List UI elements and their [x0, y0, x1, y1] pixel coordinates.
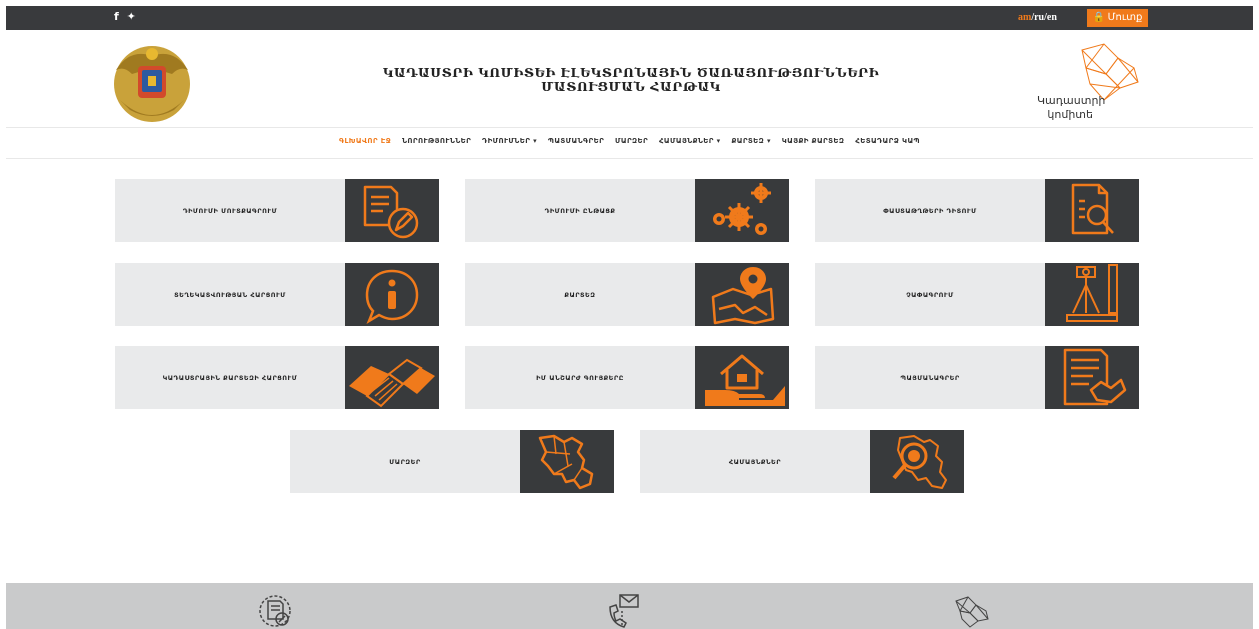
main-nav: ԳԼԽԱՎՈՐ ԷՋ ՆՈՐՈՒԹՅՈՒՆՆԵՐ ԴԻՄՈՒՄՆԵՐ ▾ ՊԱՏ…	[6, 137, 1253, 145]
armenia-map-icon	[520, 430, 614, 493]
nav-item-contracts[interactable]: ՊԱՏՄԱՆԳՐԵՐ	[548, 137, 604, 145]
language-switcher[interactable]: am/ru/en	[1018, 12, 1057, 23]
nav-item-map[interactable]: ՔԱՐՏԵԶ ▾	[731, 137, 770, 145]
footer	[6, 583, 1253, 629]
info-icon	[345, 263, 439, 326]
card-label: ՀԱՄԱՅՆՔՆԵՐ	[728, 457, 782, 466]
card-measurement[interactable]: ՉԱՓԱԳՐՈՒՄ	[815, 263, 1139, 326]
divider	[6, 158, 1253, 159]
document-pen-icon	[345, 179, 439, 242]
cadastre-logo-text: Կադաստրի կոմիտե	[1037, 94, 1106, 122]
coat-of-arms-icon[interactable]	[110, 40, 194, 126]
nav-item-home[interactable]: ԳԼԽԱՎՈՐ ԷՋ	[339, 137, 391, 145]
house-hand-icon	[695, 346, 789, 409]
map-search-icon	[870, 430, 964, 493]
footer-document-pen-icon[interactable]	[258, 593, 292, 629]
nav-item-regions[interactable]: ՄԱՐԶԵՐ	[615, 137, 648, 145]
footer-contact-icon[interactable]	[606, 593, 642, 629]
card-label: ԴԻՄՈՒՄԻ ՄՈՒՏՔԱԳՐՈՒՄ	[182, 206, 278, 215]
card-info-request[interactable]: ՏԵՂԵԿԱՏՎՈՒԹՅԱՆ ՀԱՐՑՈՒՄ	[115, 263, 439, 326]
nav-item-site-map[interactable]: ԿԱՅՔԻ ՔԱՐՏԵԶ	[782, 137, 845, 145]
card-label: ԿԱԴԱՍՏՐԱՅԻՆ ՔԱՐՏԵԶԻ ՀԱՐՑՈՒՄ	[162, 373, 298, 382]
card-label: ՄԱՐԶԵՐ	[389, 457, 421, 466]
card-label: ՏԵՂԵԿԱՏՎՈՒԹՅԱՆ ՀԱՐՑՈՒՄ	[174, 290, 286, 299]
social-links[interactable]: f ✦	[114, 10, 138, 23]
card-my-property[interactable]: ԻՄ ԱՆՇԱՐԺ ԳՈՒՅՔԵՐԸ	[465, 346, 789, 409]
logo-line-2: կոմիտե	[1047, 108, 1093, 121]
card-regions[interactable]: ՄԱՐԶԵՐ	[290, 430, 614, 493]
top-bar: f ✦ am/ru/en 🔒 Մուտք	[6, 6, 1253, 30]
map-pin-icon	[695, 263, 789, 326]
card-label: ՓԱՍՏԱԹՂԹԵՐԻ ԴԻՏՈՒՄ	[883, 206, 977, 215]
card-application-status[interactable]: ԴԻՄՈՒՄԻ ԸՆԹԱՑՔ	[465, 179, 789, 242]
card-label: ԴԻՄՈՒՄԻ ԸՆԹԱՑՔ	[544, 206, 616, 215]
nav-item-communities[interactable]: ՀԱՄԱՅՆՔՆԵՐ ▾	[659, 137, 721, 145]
cadastral-map-icon	[345, 346, 439, 409]
divider	[6, 127, 1253, 128]
nav-item-news[interactable]: ՆՈՐՈՒԹՅՈՒՆՆԵՐ	[402, 137, 471, 145]
contract-handshake-icon	[1045, 346, 1139, 409]
card-cadastral-map-request[interactable]: ԿԱԴԱՍՏՐԱՅԻՆ ՔԱՐՏԵԶԻ ՀԱՐՑՈՒՄ	[115, 346, 439, 409]
card-label: ՔԱՐՏԵԶ	[564, 290, 596, 299]
card-application-submit[interactable]: ԴԻՄՈՒՄԻ ՄՈՒՏՔԱԳՐՈՒՄ	[115, 179, 439, 242]
site-header: ԿԱԴԱՍՏՐԻ ԿՈՄԻՏԵԻ ԷԼԵԿՏՐՈՆԱՅԻՆ ԾԱՌԱՅՈՒԹՅՈ…	[6, 30, 1253, 128]
title-line-2: ՄԱՏՈՒՑՄԱՆ ՀԱՐԹԱԿ	[541, 79, 721, 94]
login-button[interactable]: 🔒 Մուտք	[1087, 9, 1148, 27]
card-label: ՊԱՅՄԱՆԱԳՐԵՐ	[900, 373, 960, 382]
lang-am[interactable]: am	[1018, 12, 1031, 23]
nav-item-applications[interactable]: ԴԻՄՈՒՄՆԵՐ ▾	[482, 137, 537, 145]
card-label: ԻՄ ԱՆՇԱՐԺ ԳՈՒՅՔԵՐԸ	[536, 373, 624, 382]
card-communities[interactable]: ՀԱՄԱՅՆՔՆԵՐ	[640, 430, 964, 493]
page-title: ԿԱԴԱՍՏՐԻ ԿՈՄԻՏԵԻ ԷԼԵԿՏՐՈՆԱՅԻՆ ԾԱՌԱՅՈՒԹՅՈ…	[306, 66, 956, 94]
card-map[interactable]: ՔԱՐՏԵԶ	[465, 263, 789, 326]
card-contracts[interactable]: ՊԱՅՄԱՆԱԳՐԵՐ	[815, 346, 1139, 409]
lang-ru-en[interactable]: /ru/en	[1031, 12, 1057, 23]
footer-cadastre-logo-icon[interactable]	[952, 593, 992, 629]
card-documents-view[interactable]: ՓԱՍՏԱԹՂԹԵՐԻ ԴԻՏՈՒՄ	[815, 179, 1139, 242]
gears-icon	[695, 179, 789, 242]
survey-tripod-icon	[1045, 263, 1139, 326]
card-label: ՉԱՓԱԳՐՈՒՄ	[906, 290, 954, 299]
logo-line-1: Կադաստրի	[1037, 94, 1106, 107]
nav-item-feedback[interactable]: ՀԵՏԱԴԱՐՁ ԿԱՊ	[855, 137, 920, 145]
document-search-icon	[1045, 179, 1139, 242]
title-line-1: ԿԱԴԱՍՏՐԻ ԿՈՄԻՏԵԻ ԷԼԵԿՏՐՈՆԱՅԻՆ ԾԱՌԱՅՈՒԹՅՈ…	[382, 65, 880, 80]
